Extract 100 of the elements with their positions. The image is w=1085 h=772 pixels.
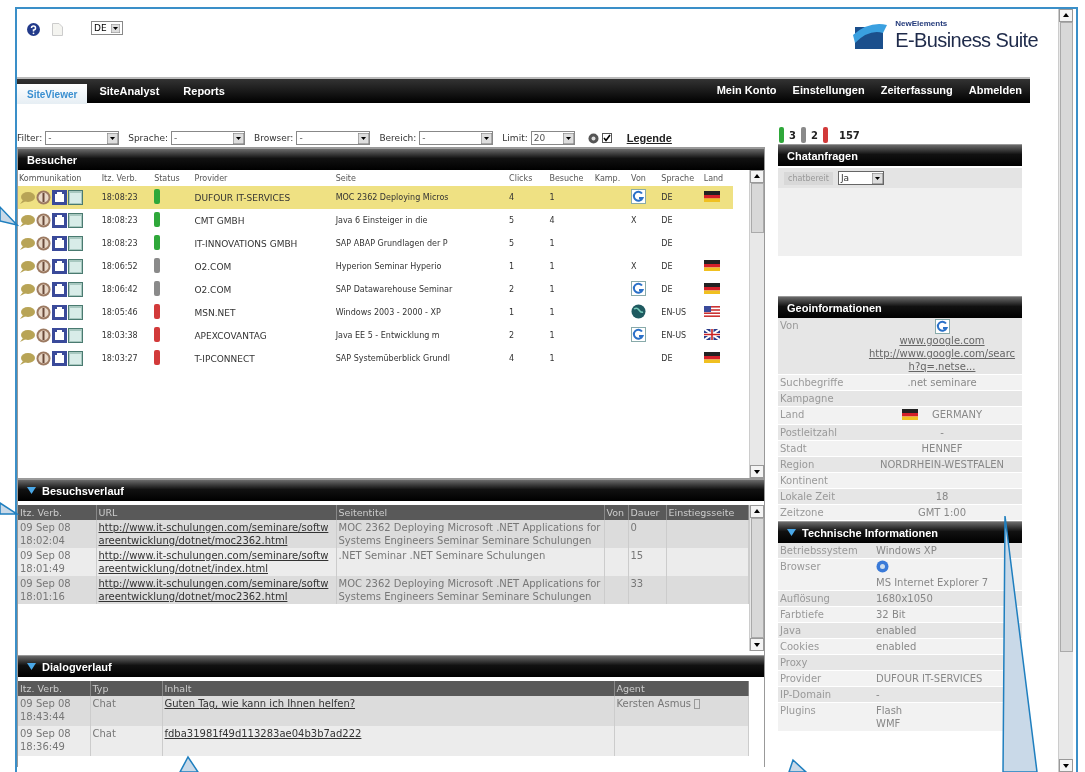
table-row[interactable]: 18:05:46 MSN.NET Windows 2003 - 2000 - XP 1 1 EN-US: [18, 301, 733, 324]
table-cell: Kersten Asmus: [616, 697, 691, 710]
globe-icon: [631, 304, 647, 319]
scroll-down-icon[interactable]: [750, 638, 764, 651]
coin-icon[interactable]: [36, 351, 51, 366]
dropdown-icon[interactable]: [110, 23, 120, 33]
dropdown-icon[interactable]: [562, 132, 574, 144]
dropdown-icon[interactable]: [107, 132, 119, 144]
filter-select[interactable]: -: [296, 131, 371, 145]
filter-select[interactable]: -: [45, 131, 120, 145]
help-icon[interactable]: [27, 23, 40, 36]
table-cell-text: 5: [508, 238, 516, 250]
field-label: Stadt: [780, 443, 807, 454]
browser-icon: [876, 560, 889, 573]
legend-checkbox[interactable]: [601, 133, 612, 143]
table-cell: X: [631, 216, 637, 225]
window-icon[interactable]: [68, 305, 83, 320]
coin-icon[interactable]: [36, 213, 51, 228]
table-cell: 18:08:23: [100, 209, 154, 232]
window-icon[interactable]: [68, 236, 83, 251]
table-cell: MOC 2362 Deploying Microsoft .NET Applications for Systems Engineers Seminar Seminare Schulungen: [338, 578, 601, 602]
legend-link[interactable]: Legende: [626, 132, 672, 144]
scroll-up-icon[interactable]: [750, 505, 764, 518]
table-row[interactable]: 18:08:23 CMT GMBH Java 6 Einsteiger in die 5 4 X DE: [18, 209, 733, 232]
message-link[interactable]: fdba31981f49d113283ae04b3b7ad222: [164, 728, 362, 739]
window-icon[interactable]: [68, 328, 83, 343]
scroll-up-icon[interactable]: [750, 170, 764, 183]
filter-select[interactable]: -: [171, 131, 246, 145]
window-icon[interactable]: [68, 351, 83, 366]
table-row[interactable]: 18:08:23 DUFOUR IT-SERVICES MOC 2362 Deploying Micros 4 1 DE: [18, 186, 733, 209]
scroll-down-icon[interactable]: [750, 465, 764, 478]
table-cell: 1: [548, 186, 594, 209]
device-icon[interactable]: [52, 213, 67, 228]
table-cell: GERMANY: [931, 408, 983, 421]
table-cell-text: Flash: [876, 704, 904, 717]
table-row[interactable]: 18:03:38 APEXCOVANTAG Java EE 5 - Entwicklung m 2 1 EN-US: [18, 324, 733, 347]
referrer-link[interactable]: www.google.com: [899, 334, 985, 347]
dropdown-icon[interactable]: [358, 132, 370, 144]
table-row[interactable]: 18:08:23 IT-INNOVATIONS GMBH SAP ABAP Grundlagen der P 5 1 DE: [18, 232, 733, 255]
device-icon[interactable]: [52, 236, 67, 251]
scroll-down-icon[interactable]: [1059, 759, 1073, 772]
window-icon[interactable]: [68, 259, 83, 274]
coin-icon[interactable]: [36, 282, 51, 297]
search-site-icon: [631, 189, 647, 204]
scrollbar[interactable]: [749, 170, 764, 478]
nav-link[interactable]: Zeiterfassung: [872, 79, 961, 103]
dropdown-icon[interactable]: [481, 132, 493, 144]
window-icon[interactable]: [68, 213, 83, 228]
window-icon[interactable]: [68, 282, 83, 297]
scroll-up-icon[interactable]: [1059, 9, 1073, 22]
scrollbar[interactable]: [749, 505, 764, 651]
collapse-icon[interactable]: [787, 529, 796, 536]
table-cell: 09 Sep 08 18:36:49: [20, 728, 71, 752]
referrer-link[interactable]: http://www.google.com/search?q=.netse...: [864, 347, 1020, 373]
scroll-thumb[interactable]: [751, 518, 764, 638]
nav-link[interactable]: Einstellungen: [784, 79, 873, 103]
device-icon[interactable]: [52, 328, 67, 343]
coin-icon[interactable]: [36, 236, 51, 251]
filter-label: Filter:: [17, 133, 43, 143]
scrollbar[interactable]: [1058, 9, 1073, 772]
url-link[interactable]: http://www.it-schulungen.com/seminare/softwareentwicklung/dotnet/moc2362.html: [98, 577, 334, 603]
table-cell: Chat: [92, 698, 116, 709]
device-icon[interactable]: [52, 190, 67, 205]
column-header: Seitentitel: [336, 505, 604, 520]
table-cell-text: 1: [508, 307, 516, 319]
nav-tab[interactable]: Reports: [171, 79, 237, 103]
table-cell: 5: [508, 209, 549, 232]
nav-link[interactable]: Mein Konto: [708, 79, 785, 103]
refresh-icon[interactable]: [587, 132, 599, 144]
dropdown-icon[interactable]: [871, 172, 883, 184]
table-row[interactable]: 18:06:42 O2.COM SAP Datawarehouse Seminar 2 1 DE: [18, 278, 733, 301]
device-icon[interactable]: [52, 351, 67, 366]
device-icon[interactable]: [52, 282, 67, 297]
dropdown-icon[interactable]: [233, 132, 245, 144]
collapse-icon[interactable]: [27, 663, 36, 670]
coin-icon[interactable]: [36, 328, 51, 343]
window-icon[interactable]: [68, 190, 83, 205]
filter-label: Browser:: [254, 133, 294, 143]
column-header: Typ: [90, 681, 162, 696]
filter-select[interactable]: -: [419, 131, 494, 145]
scroll-thumb[interactable]: [751, 183, 764, 233]
filter-select[interactable]: 20: [530, 131, 575, 145]
collapse-icon[interactable]: [27, 487, 36, 494]
coin-icon[interactable]: [36, 259, 51, 274]
language-select[interactable]: DE: [91, 21, 123, 35]
table-cell: enabled: [876, 625, 917, 636]
table-row[interactable]: 18:03:27 T-IPCONNECT SAP Systemüberblick Grundl 4 1 DE: [18, 347, 733, 370]
field-label: Von: [780, 320, 799, 331]
coin-icon[interactable]: [36, 190, 51, 205]
scroll-thumb[interactable]: [1060, 22, 1073, 652]
field-label: Java: [780, 625, 802, 636]
device-icon[interactable]: [52, 259, 67, 274]
field-label: Postleitzahl: [780, 427, 838, 438]
nav-link[interactable]: Abmelden: [960, 79, 1030, 103]
coin-icon[interactable]: [36, 305, 51, 320]
message-link[interactable]: Guten Tag, wie kann ich Ihnen helfen?: [164, 698, 356, 709]
device-icon[interactable]: [52, 305, 67, 320]
nav-tab[interactable]: SiteAnalyst: [87, 79, 172, 103]
table-row[interactable]: 18:06:52 O2.COM Hyperion Seminar Hyperio 1 1 X DE: [18, 255, 733, 278]
chat-ready-select[interactable]: Ja: [837, 171, 884, 185]
